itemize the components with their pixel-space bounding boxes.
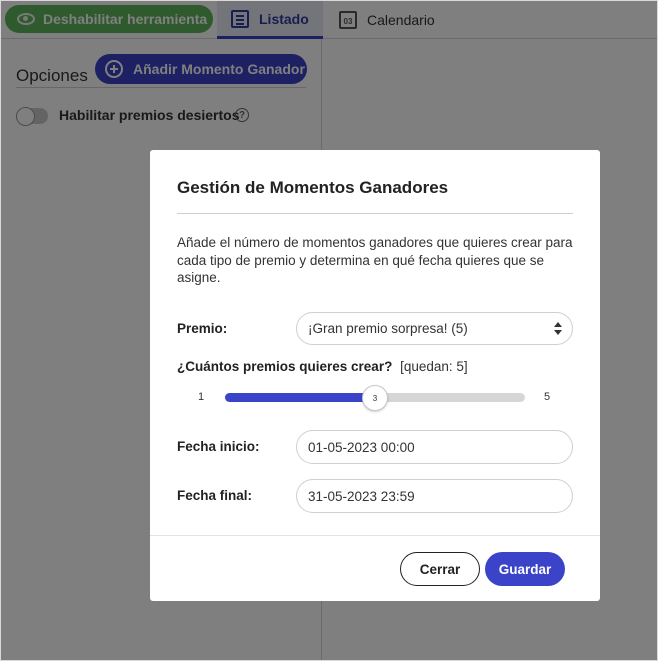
slider-max-label: 5 xyxy=(544,391,551,403)
slider-min-label: 1 xyxy=(198,391,205,403)
modal-description: Añade el número de momentos ganadores qu… xyxy=(177,235,573,285)
modal-title: Gestión de Momentos Ganadores xyxy=(177,178,449,197)
remaining-count: [quedan: 5] xyxy=(400,359,468,374)
slider-fill xyxy=(225,393,375,402)
select-arrows-icon xyxy=(554,322,562,336)
prize-count-slider[interactable]: 3 xyxy=(225,385,525,411)
prize-select-value: ¡Gran premio sorpresa! (5) xyxy=(308,321,468,336)
winning-moments-modal: Gestión de Momentos Ganadores Añade el n… xyxy=(150,150,600,601)
slider-thumb[interactable]: 3 xyxy=(362,385,388,411)
modal-title-divider xyxy=(177,213,573,214)
prize-count-label: ¿Cuántos premios quieres crear? xyxy=(177,359,393,374)
end-date-label: Fecha final: xyxy=(177,488,253,503)
prize-label: Premio: xyxy=(177,321,228,336)
start-date-input[interactable] xyxy=(296,430,573,464)
prize-count-question: ¿Cuántos premios quieres crear? [quedan:… xyxy=(177,359,468,374)
close-button[interactable]: Cerrar xyxy=(400,552,480,586)
start-date-label: Fecha inicio: xyxy=(177,439,260,454)
end-date-input[interactable] xyxy=(296,479,573,513)
modal-footer-divider xyxy=(150,535,600,536)
app-frame: Deshabilitar herramienta Listado 03 Cale… xyxy=(0,0,658,661)
save-button[interactable]: Guardar xyxy=(485,552,565,586)
prize-select[interactable]: ¡Gran premio sorpresa! (5) xyxy=(296,312,573,345)
